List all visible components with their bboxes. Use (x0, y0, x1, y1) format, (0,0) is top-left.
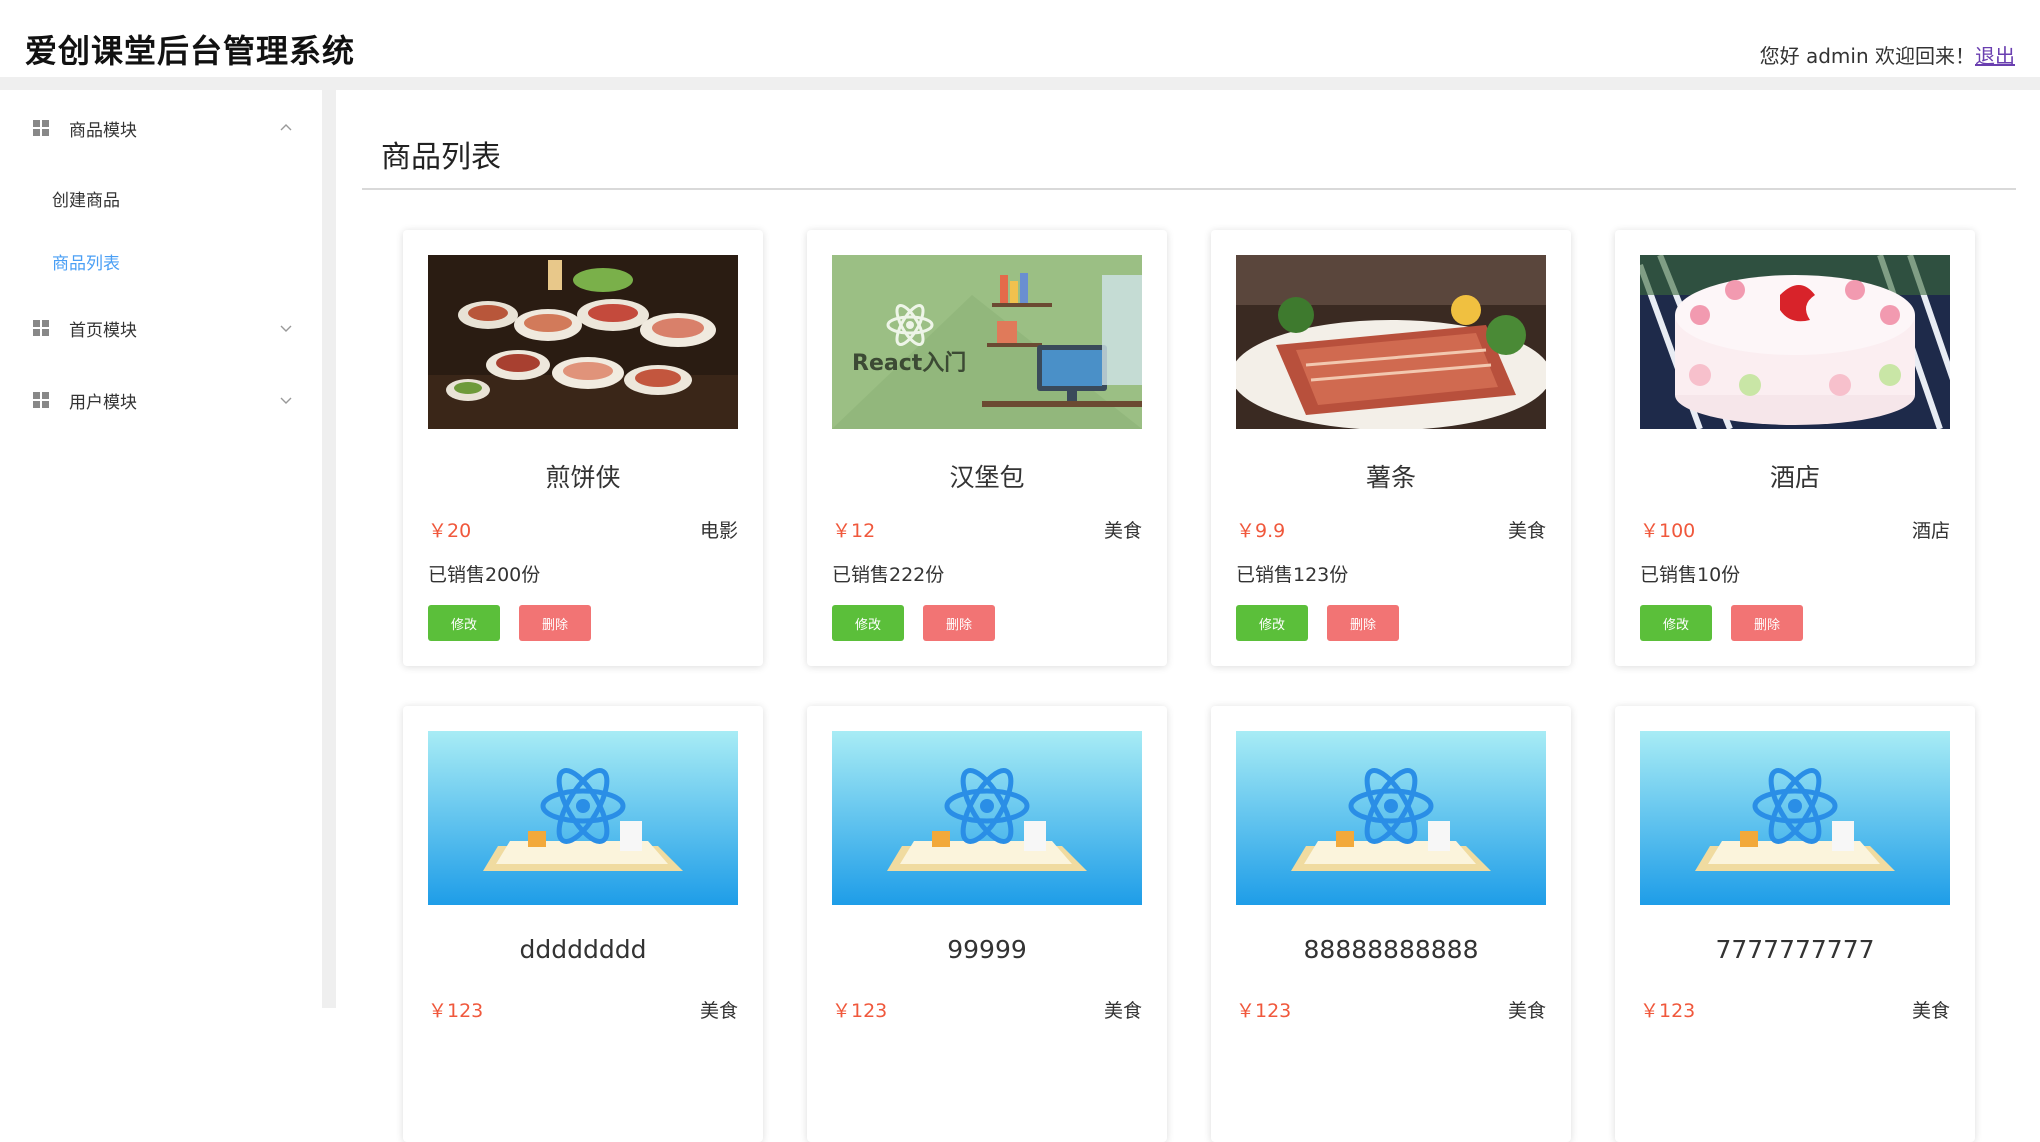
product-price: ￥20 (428, 520, 472, 542)
product-card: 99999 ￥123 美食 (807, 706, 1167, 1142)
product-image-food-platter (428, 255, 738, 429)
grid-icon (33, 320, 49, 336)
product-image-react-logo (1236, 731, 1546, 905)
product-image-react-logo (1640, 731, 1950, 905)
product-image-react-logo (832, 731, 1142, 905)
product-category: 酒店 (1911, 520, 1950, 542)
product-image-react-logo (428, 731, 738, 905)
user-greeting: 您好 admin 欢迎回来！退出 (1760, 40, 2015, 69)
product-price: ￥12 (832, 520, 876, 542)
delete-button[interactable]: 删除 (1731, 605, 1803, 641)
sidebar-item-product-list[interactable]: 商品列表 (52, 249, 120, 274)
delete-button[interactable]: 删除 (923, 605, 995, 641)
grid-icon (33, 120, 49, 136)
product-image-grilled-meat (1236, 255, 1546, 429)
product-price: ￥123 (1640, 1000, 1696, 1022)
product-price: ￥9.9 (1236, 520, 1286, 542)
page-title: 商品列表 (381, 140, 501, 175)
product-name: 99999 (947, 935, 1027, 964)
product-sold: 已销售200份 (428, 564, 541, 586)
sidebar-group-home[interactable]: 首页模块 (0, 298, 322, 358)
product-name: dddddddd (519, 935, 647, 964)
product-card: 薯条 ￥9.9 美食 已销售123份 修改 删除 (1211, 230, 1571, 666)
product-sold: 已销售10份 (1640, 564, 1741, 586)
product-price: ￥100 (1640, 520, 1696, 542)
product-name: 薯条 (1365, 463, 1416, 492)
edit-button[interactable]: 修改 (1236, 605, 1308, 641)
product-category: 美食 (1103, 1000, 1142, 1022)
product-card: 88888888888 ￥123 美食 (1211, 706, 1571, 1142)
chevron-down-icon (280, 325, 292, 332)
product-category: 美食 (699, 1000, 738, 1022)
product-name: 7777777777 (1715, 935, 1875, 964)
product-category: 美食 (1911, 1000, 1950, 1022)
edit-button[interactable]: 修改 (832, 605, 904, 641)
product-price: ￥123 (832, 1000, 888, 1022)
title-divider (362, 188, 2016, 190)
product-name: 煎饼侠 (545, 463, 621, 492)
product-category: 美食 (1507, 1000, 1546, 1022)
sidebar: 商品模块 创建商品 商品列表 首页模块 用户模块 (0, 90, 322, 1008)
product-category: 美食 (1103, 520, 1142, 542)
product-image-cake (1640, 255, 1950, 429)
logout-link[interactable]: 退出 (1975, 44, 2015, 68)
chevron-up-icon (280, 124, 292, 131)
edit-button[interactable]: 修改 (1640, 605, 1712, 641)
sidebar-group-label: 用户模块 (69, 392, 137, 413)
product-name: 汉堡包 (949, 463, 1025, 492)
greeting-text: 您好 admin 欢迎回来！ (1759, 44, 1975, 68)
edit-button[interactable]: 修改 (428, 605, 500, 641)
product-card: 煎饼侠 ￥20 电影 已销售200份 修改 删除 (403, 230, 763, 666)
product-price: ￥123 (428, 1000, 484, 1022)
product-price: ￥123 (1236, 1000, 1292, 1022)
product-card: 7777777777 ￥123 美食 (1615, 706, 1975, 1142)
delete-button[interactable]: 删除 (519, 605, 591, 641)
app-title: 爱创课堂后台管理系统 (25, 32, 356, 70)
product-name: 酒店 (1769, 463, 1820, 492)
product-sold: 已销售123份 (1236, 564, 1349, 586)
top-header: 爱创课堂后台管理系统 您好 admin 欢迎回来！退出 (0, 0, 2040, 77)
chevron-down-icon (280, 397, 292, 404)
delete-button[interactable]: 删除 (1327, 605, 1399, 641)
sidebar-divider (322, 90, 336, 1008)
product-category: 电影 (699, 520, 738, 542)
sidebar-item-create-product[interactable]: 创建商品 (52, 186, 120, 211)
sidebar-group-products[interactable]: 商品模块 (0, 98, 322, 158)
svg-text:React入门: React入门 (852, 350, 966, 376)
product-image-react-intro: React入门 (832, 255, 1142, 429)
grid-icon (33, 392, 49, 408)
sidebar-group-users[interactable]: 用户模块 (0, 370, 322, 430)
header-divider (0, 77, 2040, 90)
product-card: dddddddd ￥123 美食 (403, 706, 763, 1142)
sidebar-group-label: 商品模块 (69, 120, 137, 141)
product-sold: 已销售222份 (832, 564, 945, 586)
product-card: React入门 汉堡包 ￥12 美食 已销售222份 修改 删除 (807, 230, 1167, 666)
product-name: 88888888888 (1303, 935, 1479, 964)
main-content: 商品列表 煎饼侠 ￥20 电影 已销售200份 修改 删除 React入门 汉堡… (336, 90, 2040, 1142)
product-category: 美食 (1507, 520, 1546, 542)
product-card: 酒店 ￥100 酒店 已销售10份 修改 删除 (1615, 230, 1975, 666)
sidebar-group-label: 首页模块 (69, 320, 137, 341)
